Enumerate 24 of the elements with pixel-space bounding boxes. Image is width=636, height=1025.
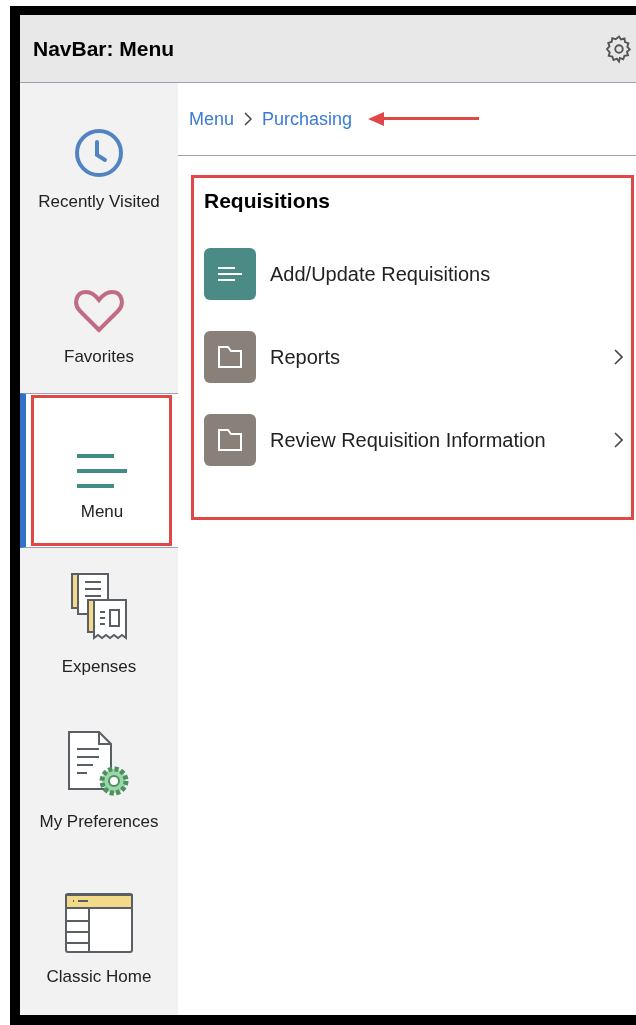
nav-item[interactable]: Menu xyxy=(20,393,178,548)
menu-item[interactable]: Add/Update Requisitions xyxy=(204,247,621,300)
list-icon xyxy=(204,247,256,300)
heart-icon xyxy=(73,287,125,334)
section-title: Requisitions xyxy=(204,188,331,214)
folder-icon xyxy=(204,330,256,383)
chevron-right-icon xyxy=(614,348,623,365)
settings-icon[interactable] xyxy=(604,33,634,64)
page-title: NavBar: Menu xyxy=(33,35,175,62)
nav-item[interactable]: My Preferences xyxy=(20,703,178,858)
nav-item[interactable]: Classic Home xyxy=(20,858,178,1013)
classic-home-icon xyxy=(64,891,134,954)
folder-icon xyxy=(204,413,256,466)
breadcrumb-link[interactable]: Purchasing xyxy=(262,105,353,133)
nav-item[interactable]: Recently Visited xyxy=(20,83,178,238)
menu-item[interactable]: Reports xyxy=(204,330,621,383)
chevron-right-icon xyxy=(614,431,623,448)
nav-item[interactable]: Favorites xyxy=(20,238,178,393)
breadcrumb-link[interactable]: Menu xyxy=(189,105,235,133)
menu-icon[interactable] xyxy=(76,452,128,489)
chevron-right-icon xyxy=(244,112,253,126)
clock-icon xyxy=(73,126,125,179)
nav-item[interactable]: Expenses xyxy=(20,548,178,703)
menu-item[interactable]: Review Requisition Information xyxy=(204,413,621,466)
